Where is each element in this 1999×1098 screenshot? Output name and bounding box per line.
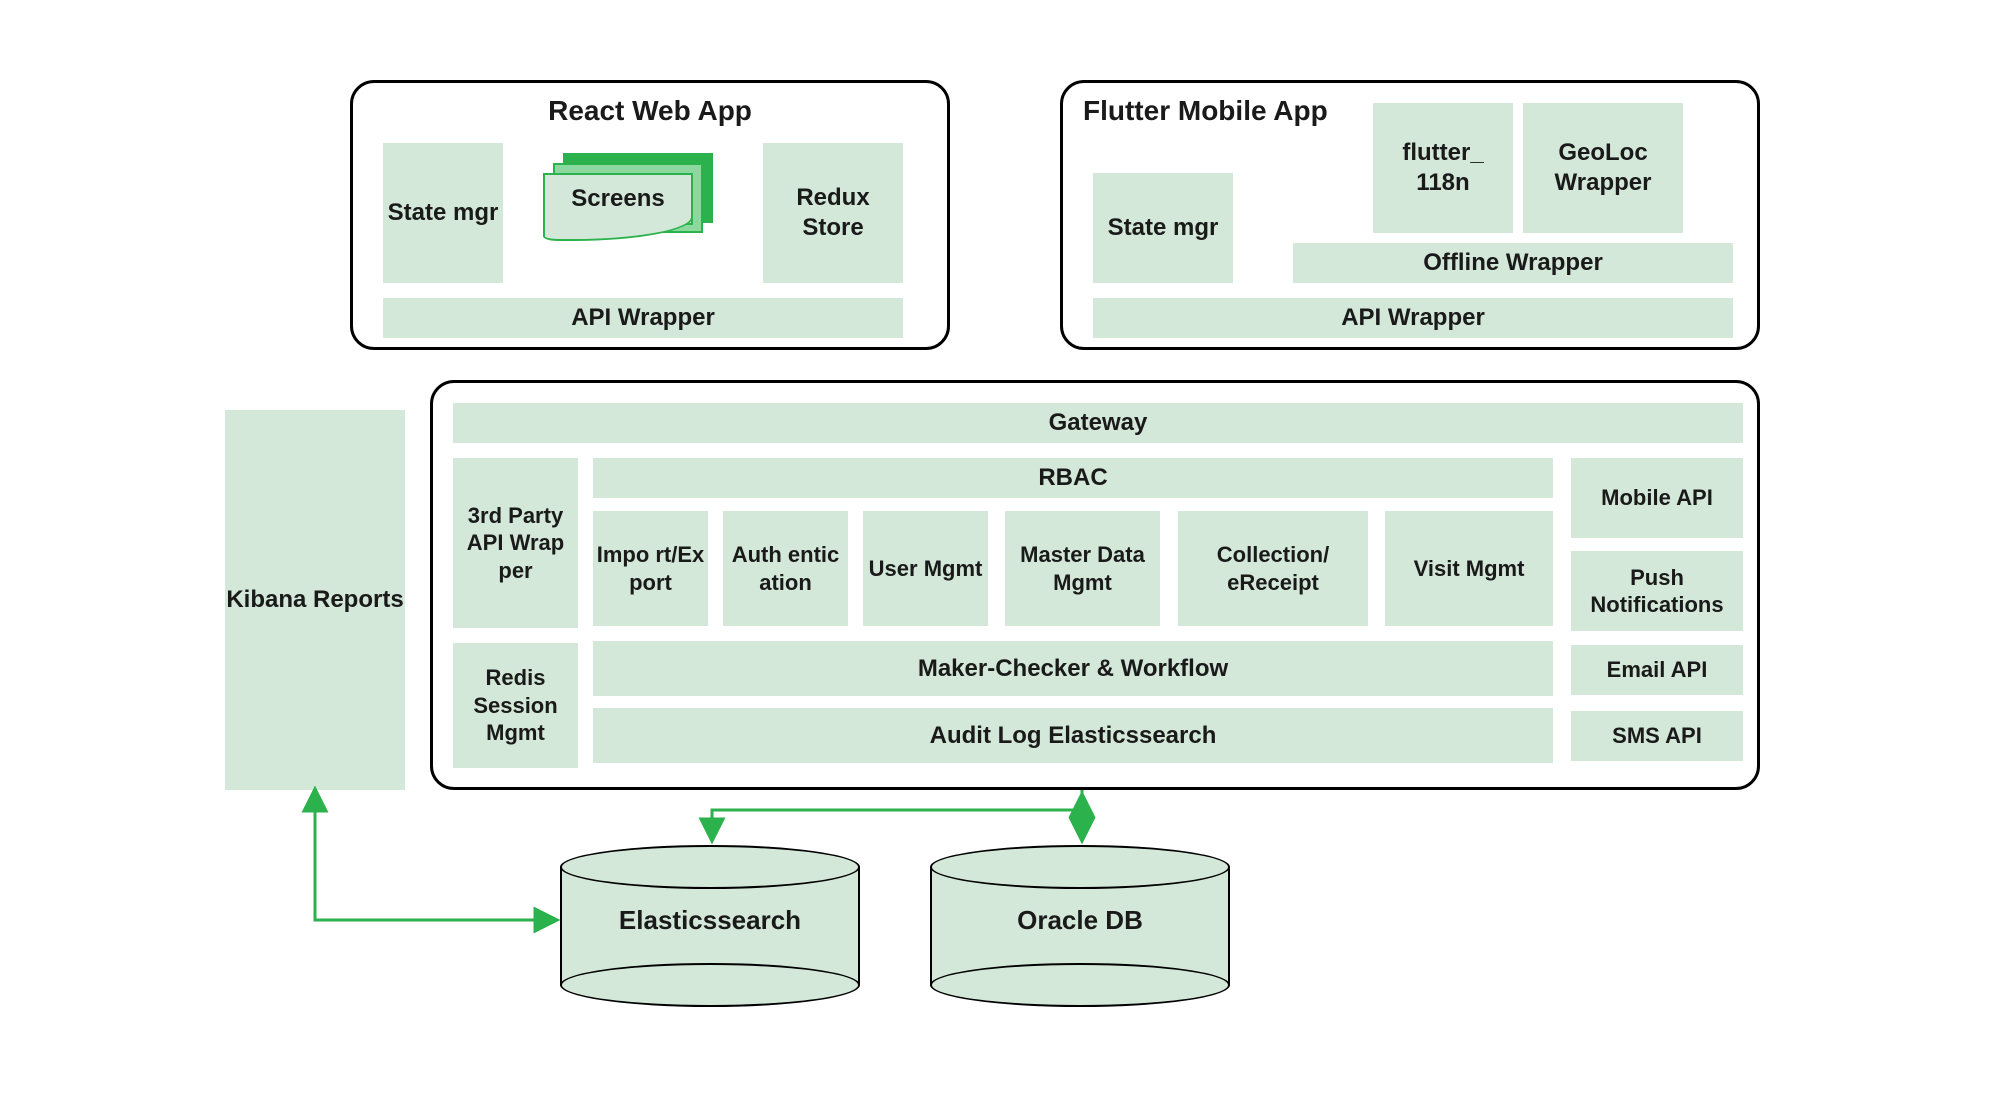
gateway: Gateway	[453, 403, 1743, 443]
push-notifications: Push Notifications	[1571, 551, 1743, 631]
flutter-state-mgr: State mgr	[1093, 173, 1233, 283]
react-redux-store: Redux Store	[763, 143, 903, 283]
elasticsearch-db: Elasticssearch	[560, 845, 860, 1007]
react-screens: Screens	[543, 153, 723, 253]
collection-ereceipt: Collection/ eReceipt	[1178, 511, 1368, 626]
sms-api: SMS API	[1571, 711, 1743, 761]
third-party-api-wrapper: 3rd Party API Wrap per	[453, 458, 578, 628]
rbac: RBAC	[593, 458, 1553, 498]
redis-session-mgmt: Redis Session Mgmt	[453, 643, 578, 768]
maker-checker-workflow: Maker-Checker & Workflow	[593, 641, 1553, 696]
flutter-title: Flutter Mobile App	[1083, 95, 1383, 127]
user-mgmt: User Mgmt	[863, 511, 988, 626]
flutter-api-wrapper: API Wrapper	[1093, 298, 1733, 338]
mobile-api: Mobile API	[1571, 458, 1743, 538]
backend-container: Gateway 3rd Party API Wrap per Redis Ses…	[430, 380, 1760, 790]
email-api: Email API	[1571, 645, 1743, 695]
visit-mgmt: Visit Mgmt	[1385, 511, 1553, 626]
flutter-i18n: flutter_ 118n	[1373, 103, 1513, 233]
react-api-wrapper: API Wrapper	[383, 298, 903, 338]
master-data-mgmt: Master Data Mgmt	[1005, 511, 1160, 626]
flutter-geoloc: GeoLoc Wrapper	[1523, 103, 1683, 233]
flutter-mobile-app-container: Flutter Mobile App State mgr flutter_ 11…	[1060, 80, 1760, 350]
flutter-offline: Offline Wrapper	[1293, 243, 1733, 283]
import-export: Impo rt/Ex port	[593, 511, 708, 626]
authentication: Auth entic ation	[723, 511, 848, 626]
architecture-diagram: React Web App State mgr Screens Redux St…	[0, 0, 1999, 1098]
oracle-db: Oracle DB	[930, 845, 1230, 1007]
react-web-app-container: React Web App State mgr Screens Redux St…	[350, 80, 950, 350]
oracle-label: Oracle DB	[930, 905, 1230, 936]
react-state-mgr: State mgr	[383, 143, 503, 283]
elasticsearch-label: Elasticssearch	[560, 905, 860, 936]
kibana-reports: Kibana Reports	[225, 410, 405, 790]
audit-log-elasticsearch: Audit Log Elasticssearch	[593, 708, 1553, 763]
react-title: React Web App	[353, 95, 947, 127]
